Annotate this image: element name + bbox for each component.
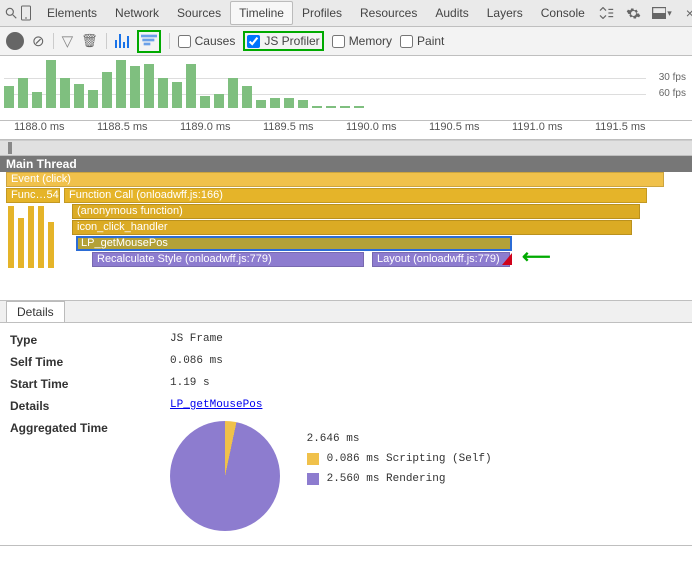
ruler-tick: 1190.0 ms [346, 121, 429, 139]
fps60-label: 60 fps [659, 88, 686, 99]
frame-layout[interactable]: Layout (onloadwff.js:779) [372, 252, 510, 267]
type-value: JS Frame [170, 333, 682, 347]
frame-handler[interactable]: icon_click_handler [72, 220, 632, 235]
close-icon[interactable]: × [680, 3, 692, 23]
ruler-tick: 1188.5 ms [97, 121, 180, 139]
device-icon[interactable] [20, 3, 32, 23]
tab-sources[interactable]: Sources [168, 1, 230, 25]
details-tab[interactable]: Details [6, 301, 65, 322]
details-label: Details [10, 399, 160, 413]
overview-chart[interactable]: 30 fps 60 fps [0, 56, 692, 121]
starttime-value: 1.19 s [170, 377, 682, 391]
tab-audits[interactable]: Audits [426, 1, 477, 25]
tab-network[interactable]: Network [106, 1, 168, 25]
flame-view-button[interactable] [137, 30, 161, 53]
tab-timeline[interactable]: Timeline [230, 1, 293, 25]
ruler-tick: 1191.5 ms [595, 121, 678, 139]
gear-icon[interactable] [624, 3, 644, 23]
annotation-arrow-icon: ⟵ [522, 244, 551, 269]
aggtime-label: Aggregated Time [10, 421, 160, 435]
frame-lp-getmousepos[interactable]: LP_getMousePos [76, 236, 512, 251]
js-profiler-checkbox[interactable]: JS Profiler [243, 31, 323, 51]
causes-checkbox[interactable]: Causes [178, 34, 236, 48]
ruler-tick: 1190.5 ms [429, 121, 512, 139]
tab-profiles[interactable]: Profiles [293, 1, 351, 25]
record-button[interactable] [6, 32, 24, 50]
legend-rendering: 2.560 ms Rendering [327, 473, 446, 485]
flame-chart[interactable]: Main Thread Event (click) Func…54) Funct… [0, 156, 692, 301]
legend-swatch-scripting [307, 453, 319, 465]
bars-view-icon[interactable] [115, 34, 129, 48]
memory-label: Memory [349, 34, 392, 48]
paint-label: Paint [417, 34, 444, 48]
ruler-tick: 1188.0 ms [14, 121, 97, 139]
search-icon[interactable] [4, 3, 18, 23]
dock-icon[interactable]: ▾ [652, 3, 672, 23]
ruler-tick: 1189.5 ms [263, 121, 346, 139]
details-link[interactable]: LP_getMousePos [170, 399, 262, 411]
starttime-label: Start Time [10, 377, 160, 391]
filter-icon[interactable]: ▽ [62, 32, 74, 50]
drawer-icon[interactable] [596, 3, 616, 23]
selftime-label: Self Time [10, 355, 160, 369]
thread-label: Main Thread [0, 156, 692, 172]
tab-resources[interactable]: Resources [351, 1, 426, 25]
aggtime-legend: 2.646 ms 0.086 ms Scripting (Self) 2.560… [307, 421, 492, 493]
flame-leftstrips [8, 206, 54, 268]
frame-anon[interactable]: (anonymous function) [72, 204, 640, 219]
memory-checkbox[interactable]: Memory [332, 34, 392, 48]
trash-icon[interactable]: 🗑 [81, 33, 98, 49]
frame-func54[interactable]: Func…54) [6, 188, 60, 203]
frame-function-call[interactable]: Function Call (onloadwff.js:166) [64, 188, 647, 203]
paint-checkbox[interactable]: Paint [400, 34, 444, 48]
panel-tabs[interactable]: Elements Network Sources Timeline Profil… [38, 1, 594, 25]
js-profiler-label: JS Profiler [264, 34, 319, 48]
legend-swatch-rendering [307, 473, 319, 485]
tab-layers[interactable]: Layers [478, 1, 532, 25]
legend-total: 2.646 ms [307, 433, 360, 445]
time-ruler[interactable]: 1188.0 ms1188.5 ms1189.0 ms1189.5 ms1190… [0, 121, 692, 140]
causes-label: Causes [195, 34, 236, 48]
warning-triangle-icon [502, 253, 512, 265]
fps30-label: 30 fps [659, 72, 686, 83]
tab-elements[interactable]: Elements [38, 1, 106, 25]
selection-strip[interactable] [0, 140, 692, 156]
aggtime-pie [170, 421, 280, 531]
type-label: Type [10, 333, 160, 347]
frame-recalc-style[interactable]: Recalculate Style (onloadwff.js:779) [92, 252, 364, 267]
ruler-tick: 1189.0 ms [180, 121, 263, 139]
frame-event-click[interactable]: Event (click) [6, 172, 664, 187]
clear-icon[interactable]: ⊘ [32, 32, 45, 50]
selftime-value: 0.086 ms [170, 355, 682, 369]
tab-console[interactable]: Console [532, 1, 594, 25]
legend-scripting: 0.086 ms Scripting (Self) [327, 453, 492, 465]
ruler-tick: 1191.0 ms [512, 121, 595, 139]
